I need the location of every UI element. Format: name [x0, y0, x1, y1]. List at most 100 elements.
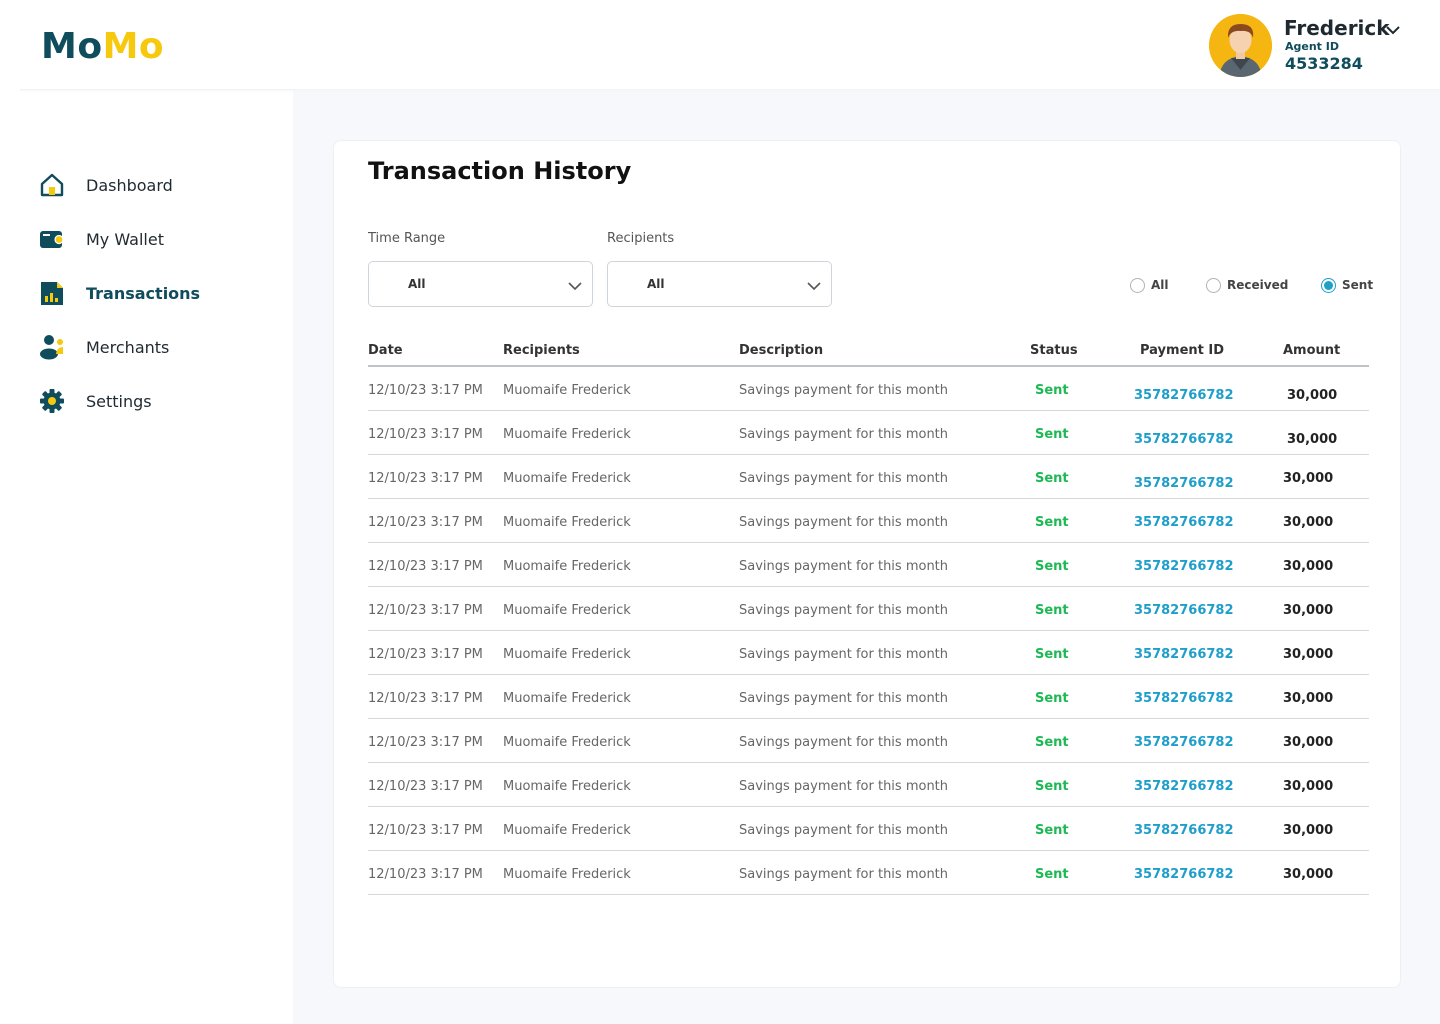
sidebar-item-my-wallet[interactable]: My Wallet — [39, 224, 164, 254]
column-header-amount[interactable]: Amount — [1283, 343, 1340, 358]
payment-id-link[interactable]: 35782766782 — [1134, 432, 1234, 447]
status-badge: Sent — [1035, 823, 1069, 838]
cell-amount: 30,000 — [1283, 515, 1334, 530]
column-header-payment-id[interactable]: Payment ID — [1140, 343, 1224, 358]
status-badge: Sent — [1035, 647, 1069, 662]
chevron-down-icon — [568, 282, 582, 291]
cell-amount: 30,000 — [1283, 779, 1334, 794]
table-row[interactable]: 12/10/23 3:17 PM Muomaife Frederick Saving… — [368, 719, 1369, 763]
sidebar-item-label: Transactions — [86, 283, 201, 303]
status-badge: Sent — [1035, 383, 1069, 398]
sidebar: Dashboard My Wallet Transactions Merchan… — [0, 91, 293, 1024]
time-range-value: All — [408, 277, 426, 291]
cell-amount: 30,000 — [1283, 867, 1334, 882]
sidebar-item-label: Merchants — [86, 337, 170, 357]
payment-id-link[interactable]: 35782766782 — [1134, 779, 1234, 794]
time-range-label: Time Range — [368, 231, 446, 246]
avatar-icon — [1209, 14, 1272, 77]
cell-recipient: Muomaife Frederick — [503, 647, 631, 662]
cell-recipient: Muomaife Frederick — [503, 383, 631, 398]
cell-date: 12/10/23 3:17 PM — [368, 647, 483, 662]
page-title: Transaction History — [368, 157, 632, 185]
radio-button[interactable] — [1130, 277, 1145, 293]
header-divider — [20, 89, 1440, 92]
payment-id-link[interactable]: 35782766782 — [1134, 559, 1234, 574]
radio-label: Sent — [1342, 278, 1374, 292]
table-row[interactable]: 12/10/23 3:17 PM Muomaife Frederick Saving… — [368, 587, 1369, 631]
cell-recipient: Muomaife Frederick — [503, 691, 631, 706]
table-row[interactable]: 12/10/23 3:17 PM Muomaife Frederick Saving… — [368, 455, 1369, 499]
chevron-down-icon[interactable] — [1385, 24, 1401, 36]
column-header-description[interactable]: Description — [739, 343, 823, 358]
radio-received[interactable]: Received — [1206, 275, 1288, 295]
cell-description: Savings payment for this month — [739, 691, 949, 706]
cell-date: 12/10/23 3:17 PM — [368, 383, 483, 398]
column-header-recipients[interactable]: Recipients — [503, 343, 580, 358]
table-row[interactable]: 12/10/23 3:17 PM Muomaife Frederick Saving… — [368, 631, 1369, 675]
sidebar-item-label: Settings — [86, 391, 152, 411]
cell-amount: 30,000 — [1287, 432, 1338, 447]
time-range-select[interactable]: All — [368, 261, 593, 307]
status-badge: Sent — [1035, 603, 1069, 618]
cell-recipient: Muomaife Frederick — [503, 735, 631, 750]
radio-all[interactable]: All — [1130, 275, 1169, 295]
app-logo[interactable]: MoMo — [41, 26, 164, 67]
cell-date: 12/10/23 3:17 PM — [368, 603, 483, 618]
payment-id-link[interactable]: 35782766782 — [1134, 603, 1234, 618]
payment-id-link[interactable]: 35782766782 — [1134, 691, 1234, 706]
payment-id-link[interactable]: 35782766782 — [1134, 867, 1234, 882]
agent-id-value: 4533284 — [1285, 54, 1363, 73]
status-badge: Sent — [1035, 735, 1069, 750]
sidebar-item-dashboard[interactable]: Dashboard — [39, 170, 173, 200]
cell-date: 12/10/23 3:17 PM — [368, 823, 483, 838]
cell-description: Savings payment for this month — [739, 735, 949, 750]
logo-part-2: Mo — [102, 26, 165, 67]
cell-recipient: Muomaife Frederick — [503, 779, 631, 794]
table-row[interactable]: 12/10/23 3:17 PM Muomaife Frederick Saving… — [368, 411, 1369, 455]
cell-description: Savings payment for this month — [739, 779, 949, 794]
agent-id-label: Agent ID — [1285, 40, 1339, 53]
table-row[interactable]: 12/10/23 3:17 PM Muomaife Frederick Saving… — [368, 675, 1369, 719]
payment-id-link[interactable]: 35782766782 — [1134, 388, 1234, 403]
cell-description: Savings payment for this month — [739, 515, 949, 530]
cell-date: 12/10/23 3:17 PM — [368, 427, 483, 442]
sidebar-item-transactions[interactable]: Transactions — [39, 278, 200, 308]
cell-recipient: Muomaife Frederick — [503, 559, 631, 574]
radio-label: All — [1151, 278, 1169, 292]
user-avatar[interactable] — [1209, 14, 1272, 77]
status-badge: Sent — [1035, 515, 1069, 530]
cell-description: Savings payment for this month — [739, 867, 949, 882]
cell-amount: 30,000 — [1283, 471, 1334, 486]
column-header-date[interactable]: Date — [368, 343, 403, 358]
cell-amount: 30,000 — [1283, 603, 1334, 618]
profile-menu[interactable]: Frederick Agent ID 4533284 — [1209, 14, 1419, 78]
logo-part-1: Mo — [41, 26, 103, 67]
radio-button[interactable] — [1321, 277, 1336, 293]
cell-date: 12/10/23 3:17 PM — [368, 471, 483, 486]
payment-id-link[interactable]: 35782766782 — [1134, 476, 1234, 491]
table-row[interactable]: 12/10/23 3:17 PM Muomaife Frederick Saving… — [368, 807, 1369, 851]
column-header-status[interactable]: Status — [1030, 343, 1078, 358]
cell-date: 12/10/23 3:17 PM — [368, 559, 483, 574]
sidebar-item-merchants[interactable]: Merchants — [39, 332, 169, 362]
cell-amount: 30,000 — [1283, 735, 1334, 750]
payment-id-link[interactable]: 35782766782 — [1134, 515, 1234, 530]
payment-id-link[interactable]: 35782766782 — [1134, 735, 1234, 750]
table-row[interactable]: 12/10/23 3:17 PM Muomaife Frederick Saving… — [368, 763, 1369, 807]
transactions-icon — [41, 282, 63, 305]
table-row[interactable]: 12/10/23 3:17 PM Muomaife Frederick Saving… — [368, 499, 1369, 543]
table-row[interactable]: 12/10/23 3:17 PM Muomaife Frederick Saving… — [368, 543, 1369, 587]
cell-recipient: Muomaife Frederick — [503, 603, 631, 618]
recipients-select[interactable]: All — [607, 261, 832, 307]
table-row[interactable]: 12/10/23 3:17 PM Muomaife Frederick Saving… — [368, 851, 1369, 895]
status-badge: Sent — [1035, 779, 1069, 794]
radio-sent[interactable]: Sent — [1321, 275, 1373, 295]
table-row[interactable]: 12/10/23 3:17 PM Muomaife Frederick Saving… — [368, 367, 1369, 411]
cell-description: Savings payment for this month — [739, 647, 949, 662]
cell-description: Savings payment for this month — [739, 603, 949, 618]
payment-id-link[interactable]: 35782766782 — [1134, 823, 1234, 838]
radio-button[interactable] — [1206, 277, 1221, 293]
sidebar-item-settings[interactable]: Settings — [39, 386, 152, 416]
payment-id-link[interactable]: 35782766782 — [1134, 647, 1234, 662]
top-header: MoMo Frederick Agent ID 4533284 — [0, 0, 1440, 91]
